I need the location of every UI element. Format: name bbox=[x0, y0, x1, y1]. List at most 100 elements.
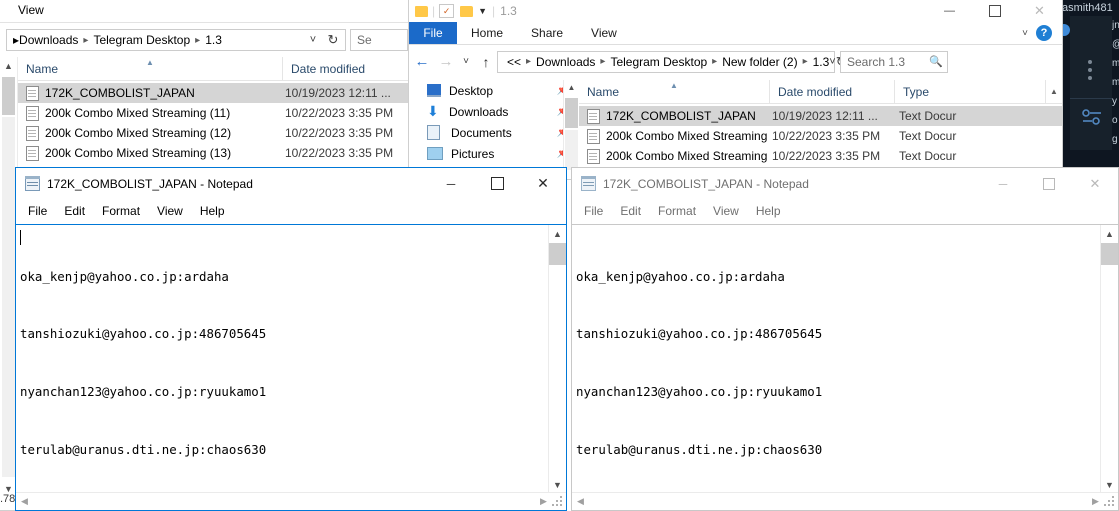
scroll-right-arrow-icon[interactable]: ▶ bbox=[1087, 496, 1104, 507]
scrollbar-thumb[interactable] bbox=[2, 77, 15, 115]
notepad-right-vertical-scrollbar[interactable]: ▲ ▼ bbox=[1100, 225, 1118, 493]
telegram-more-menu-icon[interactable] bbox=[1088, 60, 1094, 84]
menu-help[interactable]: Help bbox=[756, 204, 781, 218]
notepad-window-left[interactable]: 172K_COMBOLIST_JAPAN - Notepad ─ ✕ File … bbox=[15, 167, 567, 511]
ribbon-tab-view[interactable]: View bbox=[18, 3, 44, 17]
sidebar-item-documents[interactable]: Documents 📌 bbox=[409, 122, 579, 143]
menu-help[interactable]: Help bbox=[200, 204, 225, 218]
address-bar-left[interactable]: ▸ Downloads ▸ Telegram Desktop ▸ 1.3 ˅ ↻ bbox=[6, 29, 346, 51]
scroll-down-arrow-icon[interactable]: ▼ bbox=[1101, 476, 1118, 493]
column-header-name[interactable]: ▲ Name bbox=[579, 80, 770, 103]
search-icon[interactable]: 🔍 bbox=[929, 55, 943, 68]
notepad-right-content[interactable]: oka_kenjp@yahoo.co.jp:ardaha tanshiozuki… bbox=[572, 225, 1100, 493]
menu-edit[interactable]: Edit bbox=[64, 204, 85, 218]
scroll-up-arrow-icon[interactable]: ▲ bbox=[1101, 225, 1118, 242]
new-folder-icon[interactable] bbox=[460, 5, 474, 17]
maximize-button[interactable] bbox=[1026, 168, 1072, 199]
help-button[interactable]: ? bbox=[1036, 25, 1052, 41]
maximize-button[interactable] bbox=[474, 168, 520, 199]
recent-locations-chevron-icon[interactable]: ˅ bbox=[457, 56, 475, 67]
menu-view[interactable]: View bbox=[713, 204, 739, 218]
table-row[interactable]: 172K_COMBOLIST_JAPAN 10/19/2023 12:11 ..… bbox=[18, 83, 410, 103]
up-arrow-icon[interactable]: ↑ bbox=[475, 54, 497, 70]
tab-home[interactable]: Home bbox=[457, 22, 517, 44]
minimize-button[interactable]: ─ bbox=[428, 168, 474, 199]
sidebar-item-pictures[interactable]: Pictures 📌 bbox=[409, 143, 579, 164]
properties-check-icon[interactable]: ✓ bbox=[439, 4, 455, 18]
sidebar-item-downloads[interactable]: ⬇ Downloads 📌 bbox=[409, 101, 579, 122]
menu-file[interactable]: File bbox=[28, 204, 47, 218]
nav-pane-scrollbar[interactable]: ▲ bbox=[563, 80, 579, 179]
explorer-right-titlebar[interactable]: | ✓ ▼ | 1.3 — ✕ bbox=[409, 0, 1062, 22]
sidebar-item-desktop[interactable]: Desktop 📌 bbox=[409, 80, 579, 101]
address-bar-right[interactable]: << ▸ Downloads ▸ Telegram Desktop ▸ New … bbox=[497, 50, 847, 73]
table-row[interactable]: 200k Combo Mixed Streaming (11) 10/22/20… bbox=[18, 103, 410, 123]
column-header-name[interactable]: ▲ Name bbox=[18, 57, 283, 80]
notepad-left-horizontal-scrollbar[interactable]: ◀ ▶ bbox=[16, 492, 566, 510]
notepad-right-text-area[interactable]: oka_kenjp@yahoo.co.jp:ardaha tanshiozuki… bbox=[572, 224, 1118, 510]
scrollbar-thumb[interactable] bbox=[1101, 243, 1118, 265]
resize-grip-icon[interactable] bbox=[1104, 495, 1116, 508]
scroll-up-arrow-icon[interactable]: ▲ bbox=[0, 57, 17, 74]
menu-view[interactable]: View bbox=[157, 204, 183, 218]
scrollbar-thumb[interactable] bbox=[549, 243, 566, 265]
quick-access-dropdown-icon[interactable]: ▼ bbox=[478, 6, 487, 16]
notepad-right-horizontal-scrollbar[interactable]: ◀ ▶ bbox=[572, 492, 1118, 510]
column-header-more-icon[interactable]: ▲ bbox=[1046, 80, 1062, 103]
explorer-right-nav-pane[interactable]: Desktop 📌 ⬇ Downloads 📌 Documents 📌 Pict… bbox=[409, 80, 579, 179]
notepad-window-right[interactable]: 172K_COMBOLIST_JAPAN - Notepad ─ ✕ File … bbox=[571, 167, 1119, 511]
search-input-right[interactable]: Search 1.3 🔍 bbox=[840, 50, 948, 73]
explorer-left-file-list[interactable]: 172K_COMBOLIST_JAPAN 10/19/2023 12:11 ..… bbox=[18, 83, 410, 163]
minimize-button[interactable]: — bbox=[927, 5, 972, 17]
minimize-button[interactable]: ─ bbox=[980, 168, 1026, 199]
breadcrumb-item-telegram-desktop[interactable]: Telegram Desktop ▸ bbox=[93, 33, 205, 47]
table-row[interactable]: 200k Combo Mixed Streaming (12) 10/22/20… bbox=[18, 123, 410, 143]
breadcrumb-item-1-3[interactable]: 1.3 bbox=[205, 33, 222, 47]
notepad-left-titlebar[interactable]: 172K_COMBOLIST_JAPAN - Notepad ─ ✕ bbox=[16, 168, 566, 199]
scroll-up-arrow-icon[interactable]: ▲ bbox=[549, 225, 566, 242]
menu-edit[interactable]: Edit bbox=[620, 204, 641, 218]
breadcrumb-item-new-folder-2[interactable]: New folder (2) ▸ bbox=[722, 55, 812, 69]
tab-file[interactable]: File bbox=[409, 22, 457, 44]
close-button[interactable]: ✕ bbox=[1017, 3, 1062, 19]
column-header-date-modified[interactable]: Date modified bbox=[283, 57, 410, 80]
menu-file[interactable]: File bbox=[584, 204, 603, 218]
column-header-date-modified[interactable]: Date modified bbox=[770, 80, 895, 103]
scroll-left-arrow-icon[interactable]: ◀ bbox=[16, 496, 33, 507]
menu-format[interactable]: Format bbox=[102, 204, 140, 218]
scrollbar-track[interactable] bbox=[565, 130, 578, 170]
search-input-left[interactable]: Se bbox=[350, 29, 408, 51]
back-arrow-icon[interactable]: ← bbox=[409, 53, 435, 70]
maximize-button[interactable] bbox=[972, 5, 1017, 17]
tab-share[interactable]: Share bbox=[517, 22, 577, 44]
scroll-down-arrow-icon[interactable]: ▼ bbox=[549, 476, 566, 493]
close-button[interactable]: ✕ bbox=[520, 168, 566, 199]
address-history-chevron-icon[interactable]: ˅ bbox=[303, 34, 323, 46]
resize-grip-icon[interactable] bbox=[552, 495, 564, 508]
column-header-type[interactable]: Type bbox=[895, 80, 1046, 103]
breadcrumb-item-downloads[interactable]: Downloads ▸ bbox=[19, 33, 93, 47]
table-row[interactable]: 200k Combo Mixed Streaming (12) 10/22/20… bbox=[579, 146, 1062, 166]
breadcrumb-item-downloads[interactable]: Downloads ▸ bbox=[536, 55, 610, 69]
scroll-right-arrow-icon[interactable]: ▶ bbox=[535, 496, 552, 507]
table-row[interactable]: 172K_COMBOLIST_JAPAN 10/19/2023 12:11 ..… bbox=[579, 106, 1062, 126]
notepad-left-text-area[interactable]: oka_kenjp@yahoo.co.jp:ardaha tanshiozuki… bbox=[16, 224, 566, 510]
breadcrumb-item-1-3[interactable]: 1.3 bbox=[813, 55, 830, 69]
scroll-up-arrow-icon[interactable]: ▲ bbox=[564, 80, 579, 95]
scrollbar-thumb[interactable] bbox=[565, 98, 578, 128]
table-row[interactable]: 200k Combo Mixed Streaming (13) 10/22/20… bbox=[18, 143, 410, 163]
table-row[interactable]: 200k Combo Mixed Streaming (11) 10/22/20… bbox=[579, 126, 1062, 146]
folder-icon[interactable] bbox=[415, 5, 428, 17]
close-button[interactable]: ✕ bbox=[1072, 168, 1118, 199]
notepad-left-vertical-scrollbar[interactable]: ▲ ▼ bbox=[548, 225, 566, 493]
telegram-filter-settings-icon[interactable] bbox=[1081, 107, 1103, 127]
breadcrumb-item-telegram-desktop[interactable]: Telegram Desktop ▸ bbox=[610, 55, 722, 69]
tab-view[interactable]: View bbox=[577, 22, 631, 44]
scroll-left-arrow-icon[interactable]: ◀ bbox=[572, 496, 589, 507]
ribbon-collapse-chevron-icon[interactable]: ˅ bbox=[1022, 22, 1036, 44]
notepad-left-content[interactable]: oka_kenjp@yahoo.co.jp:ardaha tanshiozuki… bbox=[16, 225, 548, 493]
explorer-window-right[interactable]: | ✓ ▼ | 1.3 — ✕ File Home Share View ˅ ?… bbox=[408, 0, 1063, 180]
notepad-right-titlebar[interactable]: 172K_COMBOLIST_JAPAN - Notepad ─ ✕ bbox=[572, 168, 1118, 199]
scrollbar-track[interactable] bbox=[2, 117, 15, 477]
refresh-icon[interactable]: ↻ bbox=[323, 32, 343, 48]
